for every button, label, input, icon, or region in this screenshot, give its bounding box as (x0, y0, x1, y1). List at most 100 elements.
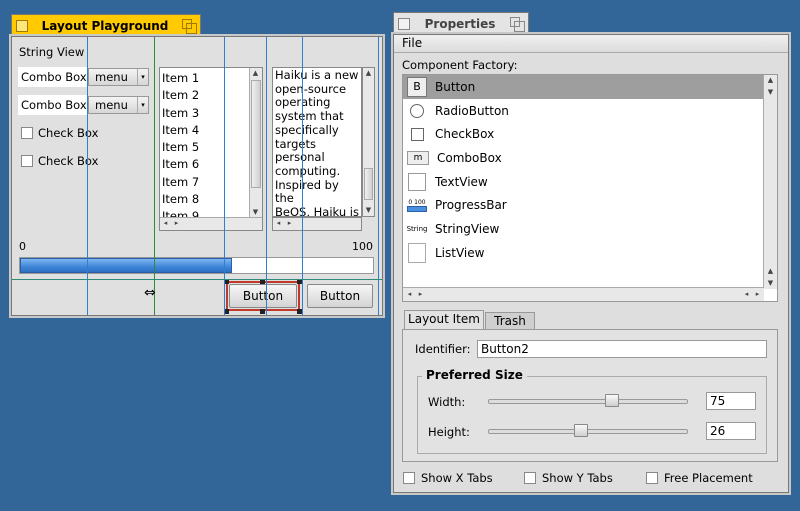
selection-handle[interactable] (260, 309, 265, 314)
combo-box-menu[interactable]: menu ▾ (88, 68, 149, 86)
progress-fill (20, 258, 232, 273)
scroll-up-icon[interactable]: ▲ (765, 75, 776, 86)
factory-item[interactable]: String StringView (403, 217, 764, 241)
component-factory-label: Component Factory: (402, 58, 518, 72)
width-slider[interactable] (488, 399, 688, 404)
resize-cursor-icon: ⇔ (144, 285, 156, 301)
layout-guide-vertical[interactable] (224, 37, 225, 315)
checkbox-label: Check Box (38, 154, 99, 168)
horizontal-scrollbar[interactable]: ◂ ▸ (160, 217, 262, 230)
scroll-down-icon[interactable]: ▼ (765, 278, 776, 289)
layout-playground-titlebar[interactable]: Layout Playground (11, 14, 201, 36)
combo-box-menu[interactable]: menu ▾ (88, 96, 149, 114)
scroll-thumb[interactable] (251, 80, 261, 188)
scroll-down-icon[interactable]: ▼ (765, 87, 776, 98)
list-view[interactable]: Item 1 Item 2 Item 3 Item 4 Item 5 Item 6 Item… (159, 67, 263, 231)
width-label: Width: (428, 395, 466, 409)
list-item[interactable]: Item 3 (160, 105, 250, 122)
show-x-tabs-checkbox[interactable] (403, 472, 415, 484)
window-title: Properties (424, 16, 496, 31)
layout-guide-horizontal[interactable] (12, 279, 382, 280)
vertical-scrollbar[interactable]: ▲ ▼ (249, 68, 262, 218)
combobox-icon: m (407, 150, 429, 165)
factory-item[interactable]: 0 100 ProgressBar (403, 194, 764, 218)
factory-item[interactable]: TextView (403, 170, 764, 194)
free-placement-checkbox[interactable] (646, 472, 658, 484)
menu-label: menu (95, 98, 128, 112)
factory-item-label: ListView (435, 245, 485, 260)
properties-window: File Component Factory: B Button RadioButt… (391, 32, 791, 495)
factory-item-label: ProgressBar (435, 198, 507, 213)
tab-layout-item[interactable]: Layout Item (404, 310, 484, 330)
button[interactable]: Button (307, 284, 373, 308)
layout-guide-vertical-active[interactable] (154, 37, 155, 315)
height-field[interactable]: 26 (706, 422, 756, 440)
tab-trash[interactable]: Trash (485, 312, 535, 330)
listview-icon (407, 242, 427, 263)
progress-bar (19, 257, 374, 274)
vertical-scrollbar[interactable]: ▲ ▼ ▲ ▼ (763, 75, 777, 289)
layout-playground-window: String View Combo Box menu ▾ Combo Box m… (9, 34, 385, 318)
scroll-thumb[interactable] (364, 168, 373, 200)
factory-item[interactable]: m ComboBox (403, 146, 764, 170)
layout-guide-vertical[interactable] (302, 37, 303, 315)
menu-label: menu (95, 70, 128, 84)
scroll-down-icon[interactable]: ▼ (363, 205, 374, 216)
scroll-up-icon[interactable]: ▲ (250, 68, 261, 79)
show-y-tabs-checkbox[interactable] (524, 472, 536, 484)
factory-item[interactable]: RadioButton (403, 99, 764, 123)
factory-item[interactable]: CheckBox (403, 122, 764, 146)
list-item[interactable]: Item 1 (160, 70, 250, 87)
scroll-right-icon[interactable]: ▸ (752, 289, 763, 300)
zoom-box-icon[interactable] (510, 16, 525, 32)
zoom-box-icon[interactable] (182, 18, 197, 34)
layout-guide-vertical[interactable] (87, 37, 88, 315)
text-horizontal-scrollbar[interactable]: ◂ ▸ (272, 217, 362, 231)
show-x-tabs-label: Show X Tabs (421, 471, 493, 485)
scroll-right-icon[interactable]: ▸ (415, 289, 426, 300)
menu-file[interactable]: File (402, 36, 422, 50)
text-vertical-scrollbar[interactable]: ▲ ▼ (362, 67, 375, 217)
list-item[interactable]: Item 6 (160, 156, 250, 173)
list-item[interactable]: Item 7 (160, 174, 250, 191)
progressbar-icon: 0 100 (407, 195, 427, 215)
identifier-field[interactable]: Button2 (477, 340, 767, 358)
button[interactable]: Button (229, 284, 297, 308)
scroll-up-icon[interactable]: ▲ (363, 68, 374, 79)
factory-item[interactable]: B Button (403, 75, 764, 99)
properties-titlebar[interactable]: Properties (393, 12, 529, 34)
list-item[interactable]: Item 8 (160, 191, 250, 208)
width-field[interactable]: 75 (706, 392, 756, 410)
text-view[interactable]: Haiku is a new open-source operating sys… (272, 67, 362, 217)
horizontal-scrollbar[interactable]: ◂ ▸ ◂ ▸ (403, 287, 764, 301)
checkbox-icon (407, 124, 427, 144)
scroll-left-icon[interactable]: ◂ (273, 218, 284, 229)
layout-guide-vertical[interactable] (266, 37, 267, 315)
factory-item-label: CheckBox (435, 127, 495, 142)
radio-button-icon (407, 101, 427, 121)
list-item[interactable]: Item 5 (160, 139, 250, 156)
list-item[interactable]: Item 4 (160, 122, 250, 139)
close-box-icon[interactable] (16, 19, 28, 32)
height-slider-thumb[interactable] (574, 424, 588, 437)
checkbox[interactable] (21, 155, 33, 167)
checkbox[interactable] (21, 127, 33, 139)
chevron-down-icon: ▾ (137, 69, 148, 85)
height-slider[interactable] (488, 429, 688, 434)
scroll-left-icon[interactable]: ◂ (160, 218, 171, 229)
width-slider-thumb[interactable] (605, 394, 619, 407)
preferred-size-label: Preferred Size (422, 368, 527, 382)
factory-item-label: TextView (435, 174, 488, 189)
scroll-left-icon[interactable]: ◂ (404, 289, 415, 300)
factory-item-label: ComboBox (437, 150, 502, 165)
component-factory-list[interactable]: B Button RadioButton CheckBox m ComboBox TextV… (402, 74, 778, 302)
scroll-up-icon[interactable]: ▲ (765, 266, 776, 277)
scroll-right-icon[interactable]: ▸ (284, 218, 295, 229)
scroll-left-icon[interactable]: ◂ (741, 289, 752, 300)
close-box-icon[interactable] (398, 17, 410, 30)
list-item[interactable]: Item 2 (160, 87, 250, 104)
scroll-right-icon[interactable]: ▸ (171, 218, 182, 229)
layout-guide-vertical[interactable] (378, 37, 379, 315)
factory-item[interactable]: ListView (403, 241, 764, 265)
checkbox-label: Check Box (38, 126, 99, 140)
